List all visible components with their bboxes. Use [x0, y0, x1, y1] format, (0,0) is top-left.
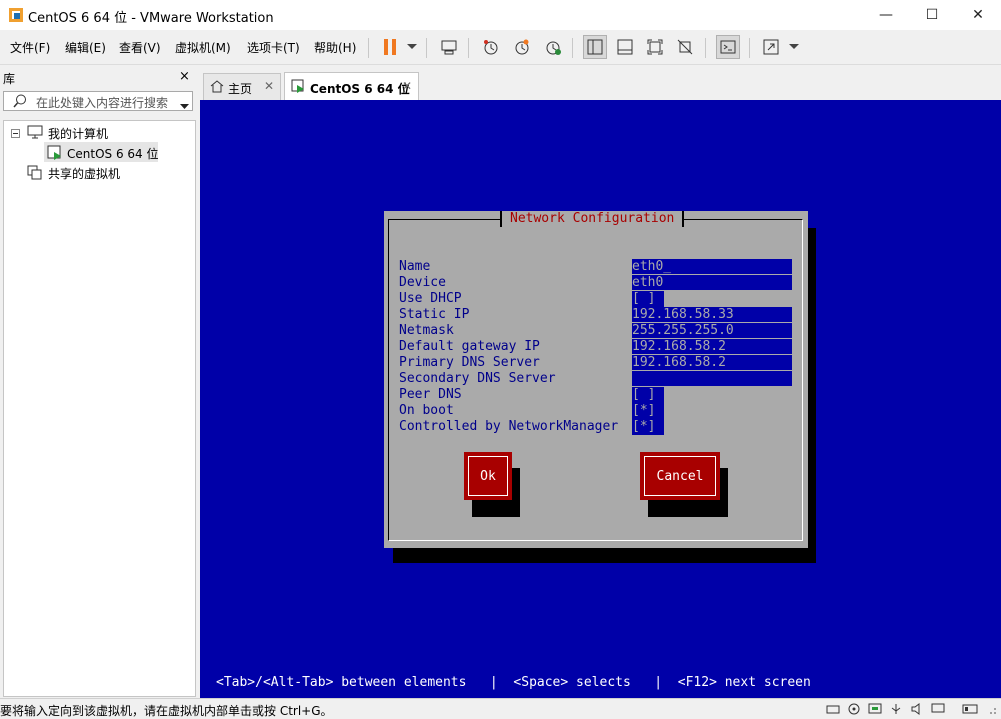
close-button[interactable]: ✕ — [955, 0, 1001, 30]
primary-dns-input[interactable]: 192.168.58.2 — [632, 355, 792, 371]
tree-item-vm[interactable]: CentOS 6 64 位 — [67, 145, 158, 162]
field-label-static-ip: Static IP — [399, 307, 470, 322]
library-view-icon[interactable] — [583, 35, 607, 59]
display-icon[interactable] — [931, 703, 945, 718]
toolbar-separator — [426, 38, 427, 58]
toolbar-separator — [468, 38, 469, 58]
search-icon — [13, 94, 27, 111]
dialog-title: Network Configuration — [500, 211, 685, 227]
netmask-input[interactable]: 255.255.255.0 — [632, 323, 792, 339]
field-label-device: Device — [399, 275, 446, 290]
vmware-logo-icon — [8, 7, 24, 23]
field-label-peer-dns: Peer DNS — [399, 387, 462, 402]
home-icon — [210, 80, 224, 96]
static-ip-input[interactable]: 192.168.58.33 — [632, 307, 792, 323]
sound-icon[interactable] — [910, 703, 924, 718]
nm-controlled-checkbox[interactable]: [*] — [632, 419, 664, 435]
resize-grip-icon[interactable] — [985, 703, 997, 718]
peer-dns-checkbox[interactable]: [ ] — [632, 387, 664, 403]
toolbar-separator — [368, 38, 369, 58]
minimize-button[interactable]: — — [863, 0, 909, 30]
revert-snapshot-icon[interactable] — [510, 35, 534, 59]
secondary-dns-input[interactable] — [632, 371, 792, 387]
status-message: 要将输入定向到该虚拟机，请在虚拟机内部单击或按 Ctrl+G。 — [0, 704, 333, 718]
hard-disk-icon[interactable] — [826, 703, 840, 718]
menu-file[interactable]: 文件(F) — [10, 39, 50, 56]
tab-home-label: 主页 — [228, 82, 253, 96]
send-ctrl-alt-del-icon[interactable] — [437, 35, 461, 59]
tree-item-my-computer[interactable]: 我的计算机 — [48, 125, 108, 142]
gateway-input[interactable]: 192.168.58.2 — [632, 339, 792, 355]
network-adapter-icon[interactable] — [868, 703, 882, 718]
toolbar-separator — [572, 38, 573, 58]
library-title: 库 — [3, 72, 16, 86]
snapshot-manager-icon[interactable] — [541, 35, 565, 59]
unity-icon[interactable] — [673, 35, 697, 59]
tab-home-close-icon[interactable]: ✕ — [264, 79, 274, 93]
tab-vm-close-icon[interactable]: ✕ — [402, 79, 412, 93]
menu-tabs[interactable]: 选项卡(T) — [247, 39, 300, 56]
field-label-secondary-dns: Secondary DNS Server — [399, 371, 556, 386]
on-boot-checkbox[interactable]: [*] — [632, 403, 664, 419]
keyboard-hint: <Tab>/<Alt-Tab> between elements | <Spac… — [216, 675, 811, 690]
field-label-gateway: Default gateway IP — [399, 339, 540, 354]
stretch-icon[interactable] — [759, 35, 783, 59]
tab-vm-label: CentOS 6 64 位 — [310, 82, 410, 96]
field-label-primary-dns: Primary DNS Server — [399, 355, 540, 370]
menu-view[interactable]: 查看(V) — [119, 39, 161, 56]
field-label-use-dhcp: Use DHCP — [399, 291, 462, 306]
library-close-button[interactable]: × — [179, 69, 190, 84]
thumbnail-bar-icon[interactable] — [613, 35, 637, 59]
usb-icon[interactable] — [889, 703, 903, 718]
name-input[interactable]: eth0_ — [632, 259, 792, 275]
vm-running-icon — [47, 145, 63, 164]
snapshot-icon[interactable] — [479, 35, 503, 59]
library-tree — [3, 120, 196, 697]
use-dhcp-checkbox[interactable]: [ ] — [632, 291, 664, 307]
field-label-on-boot: On boot — [399, 403, 454, 418]
chevron-down-icon[interactable] — [782, 35, 806, 59]
menu-edit[interactable]: 编辑(E) — [65, 39, 106, 56]
chevron-down-icon[interactable] — [400, 35, 424, 59]
window-title: CentOS 6 64 位 - VMware Workstation — [28, 11, 274, 26]
menu-vm[interactable]: 虚拟机(M) — [175, 39, 231, 56]
menu-help[interactable]: 帮助(H) — [314, 39, 356, 56]
cd-dvd-icon[interactable] — [847, 703, 861, 718]
computer-icon — [27, 125, 43, 142]
toolbar-separator — [749, 38, 750, 58]
message-icon[interactable] — [962, 703, 978, 718]
collapse-icon[interactable] — [11, 127, 20, 141]
shared-vms-icon — [27, 165, 43, 184]
fullscreen-icon[interactable] — [643, 35, 667, 59]
device-input[interactable]: eth0 — [632, 275, 792, 291]
console-view-icon[interactable] — [716, 35, 740, 59]
cancel-button[interactable]: Cancel — [640, 452, 720, 500]
ok-button[interactable]: Ok — [464, 452, 512, 500]
tree-item-shared[interactable]: 共享的虚拟机 — [48, 165, 120, 182]
toolbar-separator — [705, 38, 706, 58]
vm-running-icon — [291, 79, 306, 97]
field-label-netmask: Netmask — [399, 323, 454, 338]
field-label-name: Name — [399, 259, 431, 274]
maximize-button[interactable]: ☐ — [909, 0, 955, 30]
pause-icon[interactable] — [378, 35, 402, 59]
search-placeholder: 在此处键入内容进行搜索 — [36, 96, 169, 110]
field-label-nm-controlled: Controlled by NetworkManager — [399, 419, 619, 434]
chevron-down-icon[interactable] — [180, 99, 189, 113]
